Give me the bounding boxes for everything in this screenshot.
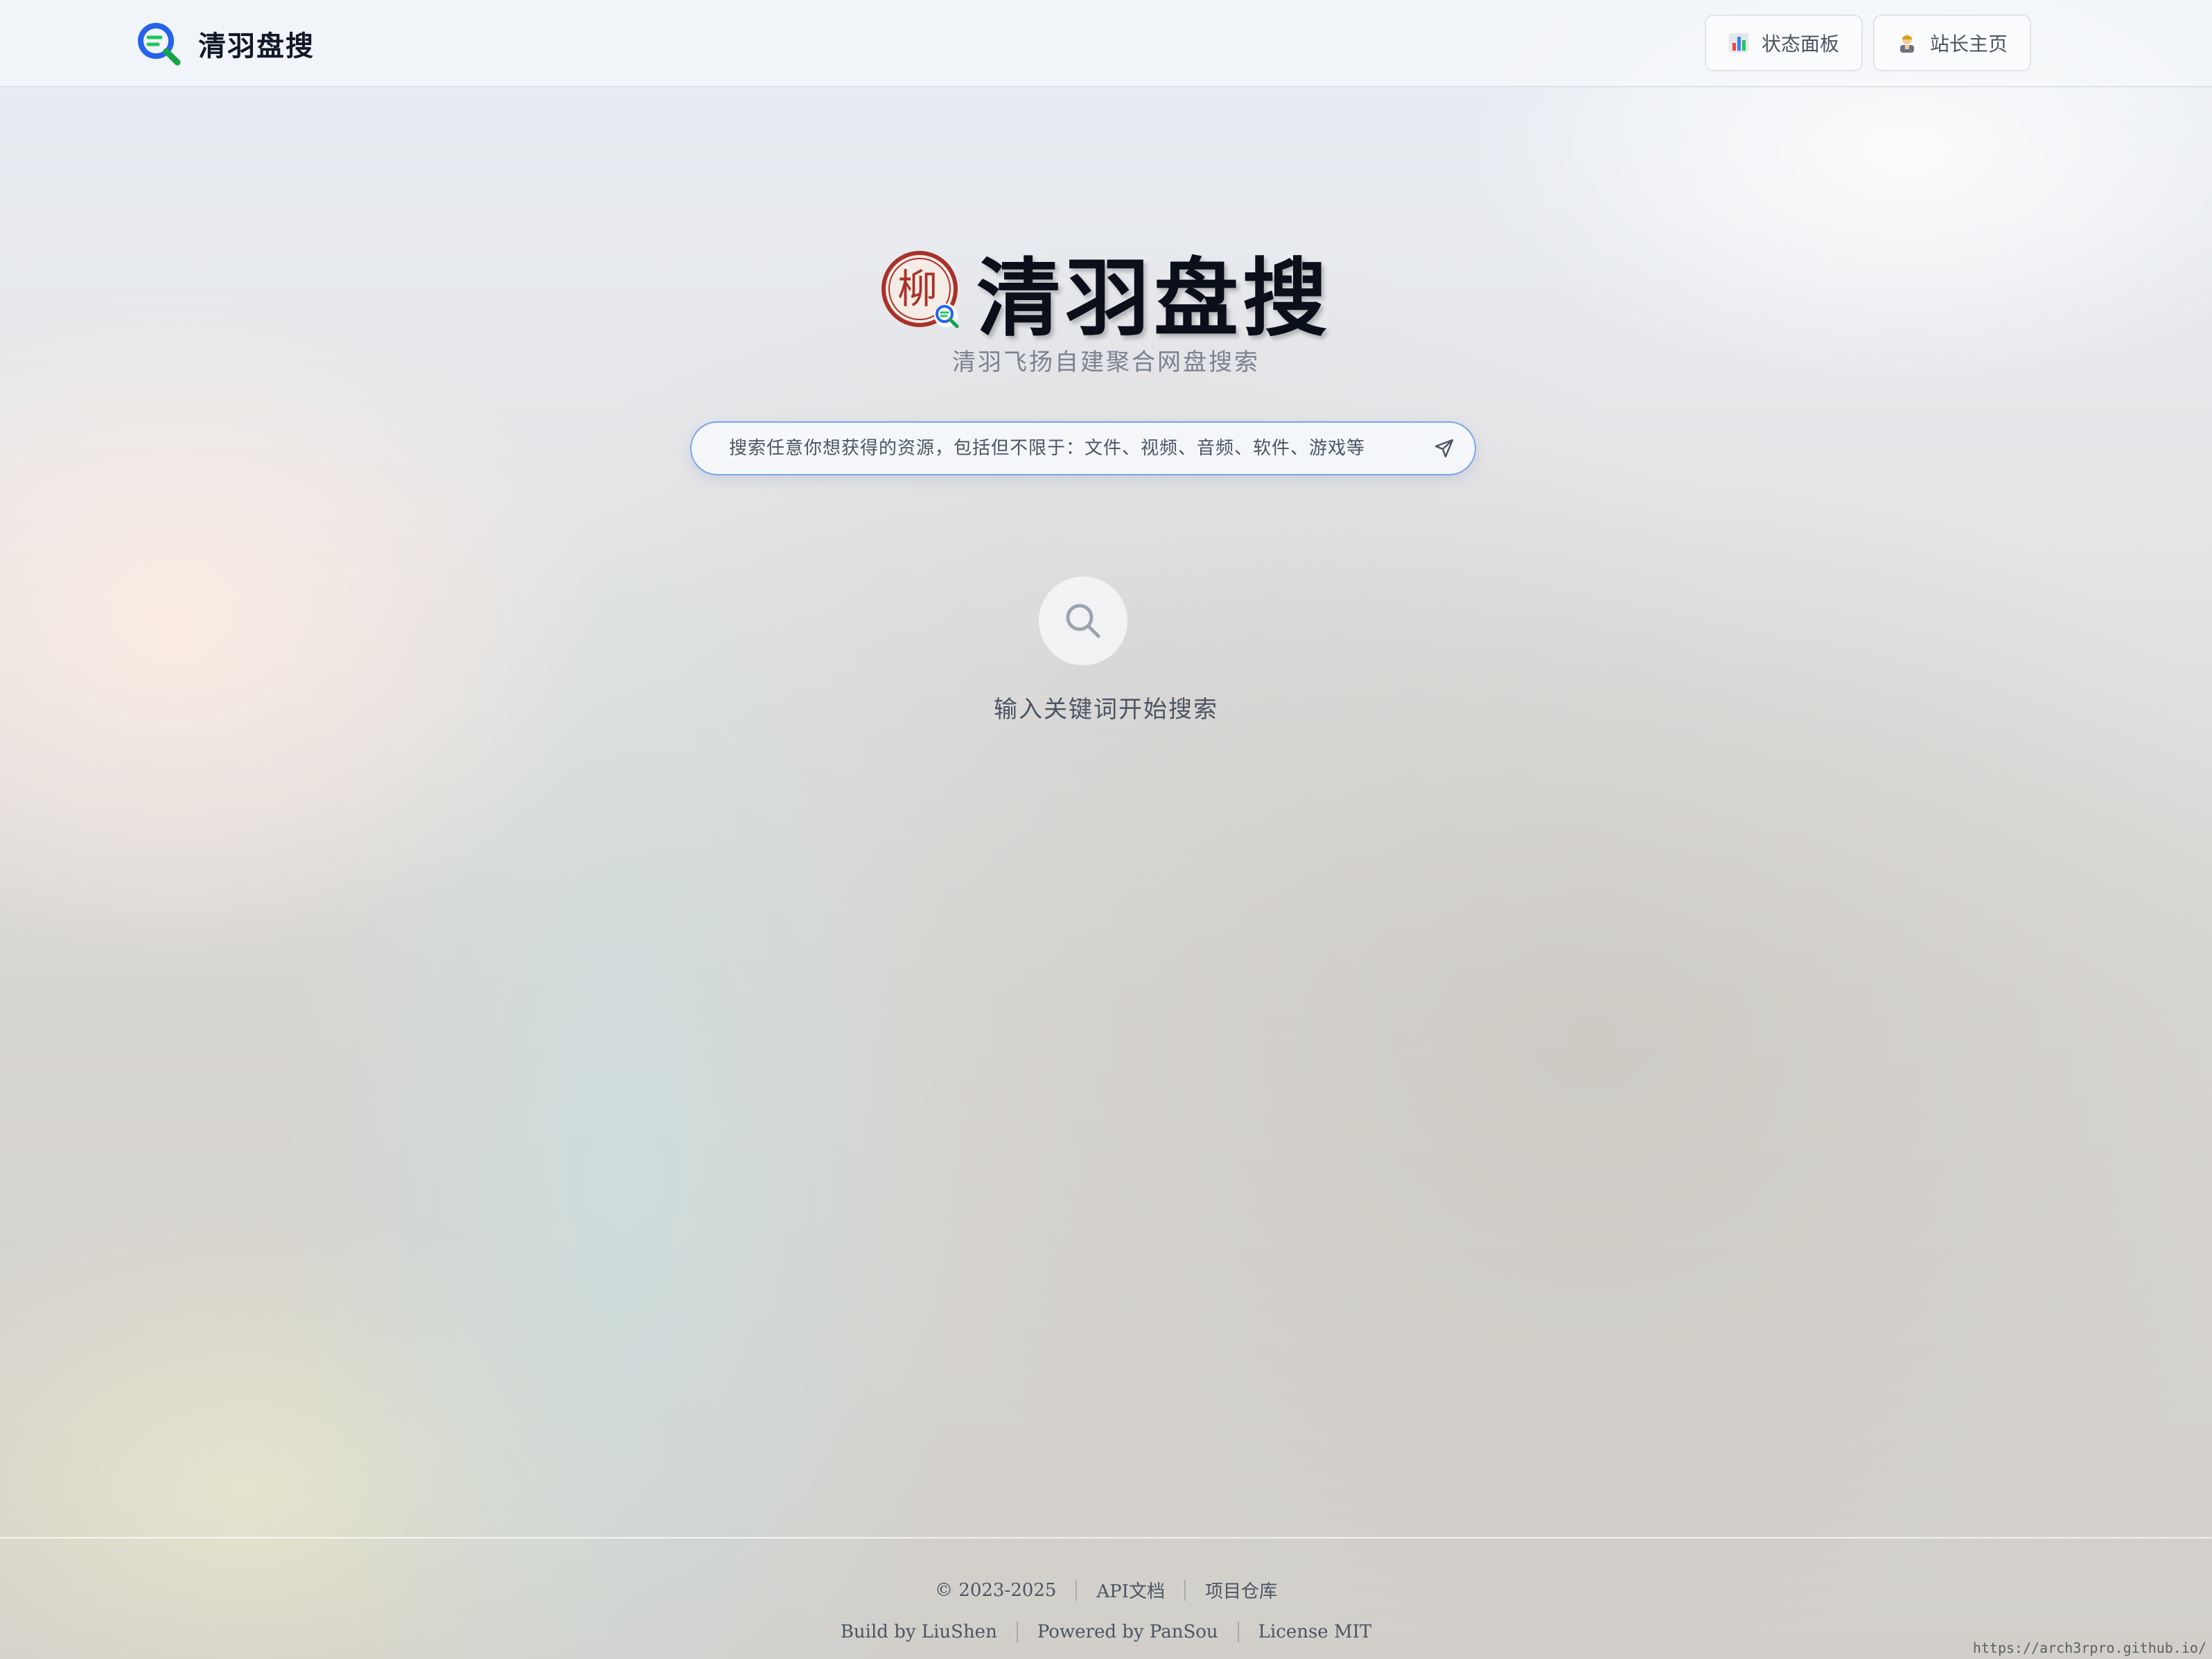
person-icon [1900,35,1914,53]
search-submit-button[interactable] [1423,428,1465,469]
build-by-link[interactable]: Build by LiuShen [841,1622,997,1642]
footer-divider [1184,1579,1186,1601]
status-panel-label: 状态面板 [1762,33,1840,55]
send-icon [1434,439,1454,458]
search-input[interactable] [692,423,1423,474]
repo-link[interactable]: 项目仓库 [1205,1577,1277,1603]
copyright-text: © 2023-2025 [935,1579,1057,1601]
search-logo-icon [138,23,181,66]
brand-link[interactable]: 清羽盘搜 [136,21,315,67]
footer-divider [1076,1579,1078,1601]
api-docs-link[interactable]: API文档 [1096,1577,1165,1603]
hero-title-row: 柳 清羽盘搜 [0,243,2212,348]
empty-state-text: 输入关键词开始搜索 [994,696,1218,723]
brand-name: 清羽盘搜 [198,30,315,62]
top-navbar: 清羽盘搜 状态面板 站长主页 [0,0,2212,87]
footer-divider [1237,1622,1239,1642]
footer-links-row: © 2023-2025 API文档 项目仓库 [0,1577,2212,1603]
powered-by-link[interactable]: Powered by PanSou [1037,1622,1218,1642]
webmaster-home-button[interactable]: 站长主页 [1873,15,2031,71]
license-link[interactable]: License MIT [1258,1622,1372,1642]
search-bar [690,421,1476,475]
hero-title: 清羽盘搜 [976,247,1331,348]
bar-chart-icon [1729,33,1748,53]
seal-text: 柳 [897,265,938,313]
hero-subtitle: 清羽飞扬自建聚合网盘搜索 [952,349,1260,376]
footer-credits-row: Build by LiuShen Powered by PanSou Licen… [0,1622,2212,1642]
url-watermark: https://arch3rpro.github.io/ [1972,1640,2206,1656]
search-icon [1066,604,1100,638]
webmaster-home-label: 站长主页 [1930,33,2008,55]
footer-divider [1016,1622,1018,1642]
status-panel-button[interactable]: 状态面板 [1705,15,1863,71]
seal-logo-icon: 柳 [881,251,959,328]
empty-state-icon-circle [1039,577,1127,665]
footer: © 2023-2025 API文档 项目仓库 Build by LiuShen … [0,1537,2212,1659]
